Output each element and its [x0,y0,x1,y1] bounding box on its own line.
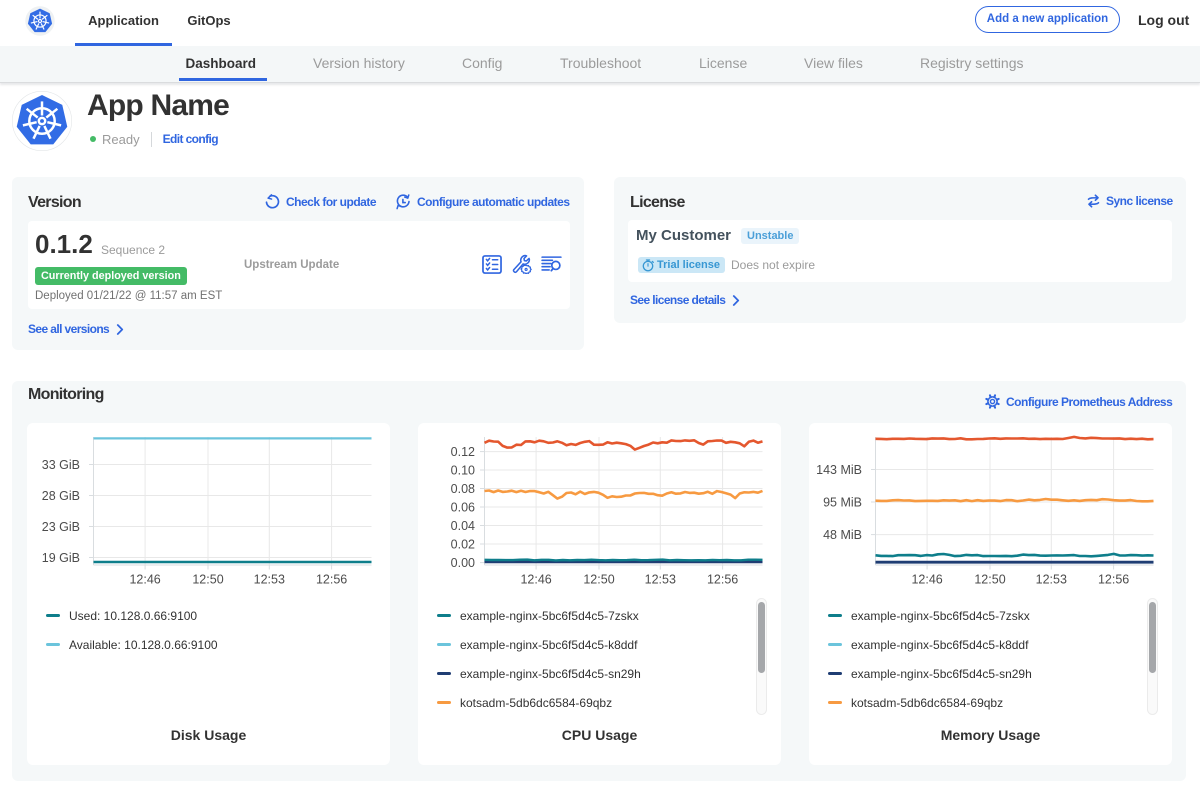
svg-text:0.10: 0.10 [451,463,475,477]
svg-text:19 GiB: 19 GiB [42,551,80,565]
svg-text:0.00: 0.00 [451,556,475,570]
svg-text:33 GiB: 33 GiB [42,458,80,472]
svg-text:12:53: 12:53 [1036,573,1067,587]
svg-text:95 MiB: 95 MiB [823,495,862,509]
svg-text:12:46: 12:46 [520,573,551,587]
svg-text:12:56: 12:56 [1098,573,1129,587]
svg-text:0.12: 0.12 [451,445,475,459]
svg-text:12:46: 12:46 [911,573,942,587]
svg-text:28 GiB: 28 GiB [42,489,80,503]
svg-text:0.04: 0.04 [451,519,475,533]
svg-text:0.02: 0.02 [451,537,475,551]
svg-text:12:53: 12:53 [254,573,285,587]
svg-text:12:53: 12:53 [645,573,676,587]
svg-text:48 MiB: 48 MiB [823,528,862,542]
svg-text:143 MiB: 143 MiB [816,463,862,477]
svg-text:12:56: 12:56 [707,573,738,587]
svg-text:12:50: 12:50 [192,573,223,587]
svg-text:12:50: 12:50 [583,573,614,587]
svg-text:23 GiB: 23 GiB [42,520,80,534]
svg-text:0.08: 0.08 [451,482,475,496]
svg-text:0.06: 0.06 [451,500,475,514]
svg-text:12:56: 12:56 [316,573,347,587]
svg-text:12:46: 12:46 [129,573,160,587]
svg-text:12:50: 12:50 [974,573,1005,587]
